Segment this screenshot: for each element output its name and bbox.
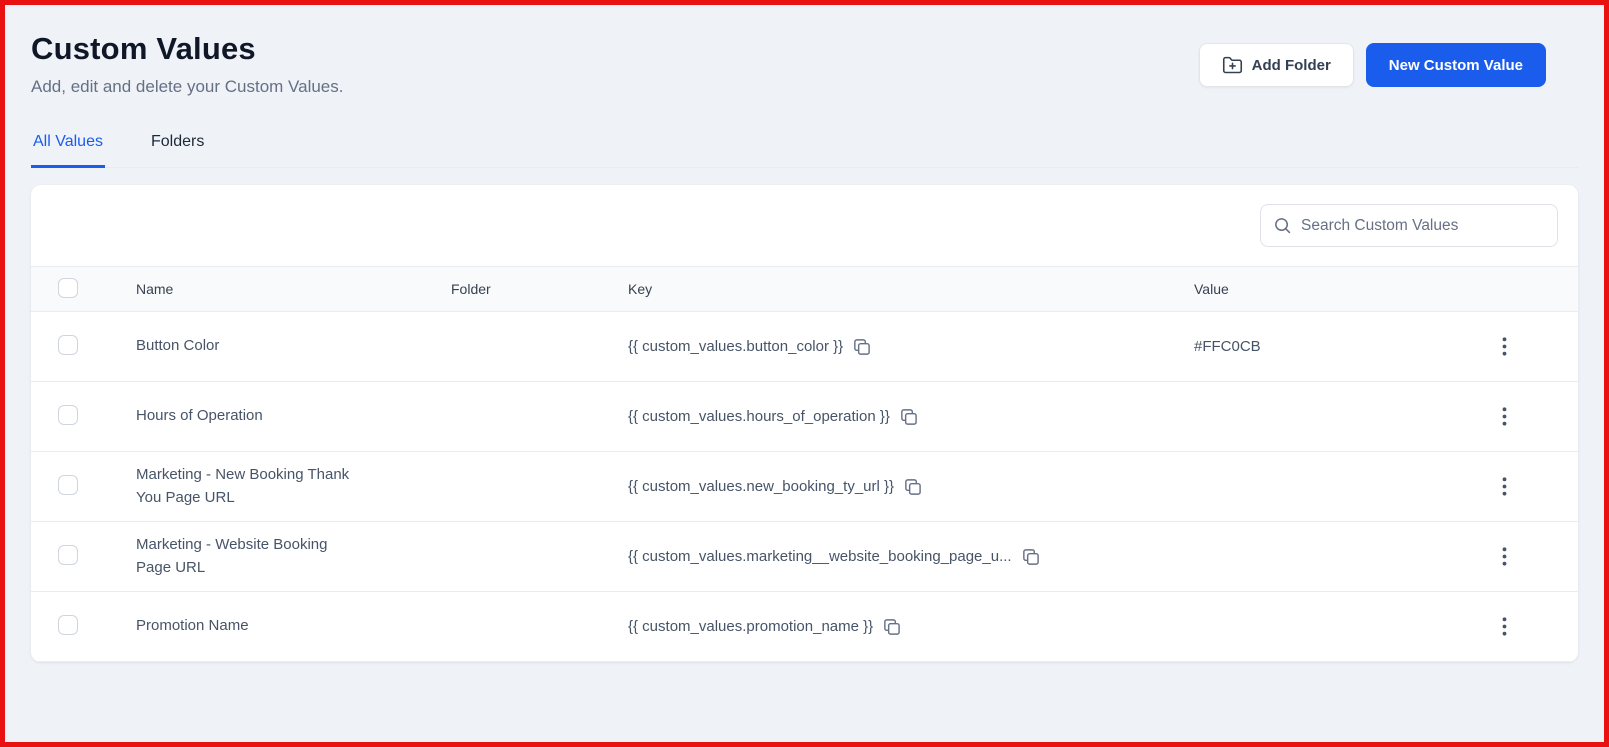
copy-key-icon[interactable]: [1021, 547, 1040, 566]
custom-value-key-cell: {{ custom_values.new_booking_ty_url }}: [628, 477, 1194, 496]
kebab-menu-icon[interactable]: [1496, 613, 1513, 640]
header-checkbox-cell: [31, 278, 136, 301]
row-checkbox[interactable]: [58, 615, 78, 635]
kebab-menu-icon[interactable]: [1496, 473, 1513, 500]
custom-value-name-cell: Marketing - Website Booking Page URL: [136, 534, 451, 579]
custom-value-value: #FFC0CB: [1194, 338, 1431, 355]
header-actions: Add Folder New Custom Value: [1199, 43, 1546, 87]
custom-value-name: Marketing - Website Booking Page URL: [136, 534, 351, 579]
custom-value-name-cell: Button Color: [136, 335, 451, 358]
custom-value-key-cell: {{ custom_values.marketing__website_book…: [628, 547, 1194, 566]
custom-value-key-cell: {{ custom_values.button_color }}: [628, 337, 1194, 356]
add-folder-button[interactable]: Add Folder: [1199, 43, 1354, 87]
custom-value-key: {{ custom_values.new_booking_ty_url }}: [628, 478, 894, 495]
table-body: Button Color {{ custom_values.button_colo…: [31, 312, 1578, 662]
search-icon: [1273, 216, 1292, 240]
custom-values-card: Name Folder Key Value Button Color {{ cus…: [31, 185, 1578, 662]
folder-plus-icon: [1222, 55, 1243, 76]
row-checkbox-cell: [31, 405, 136, 429]
row-checkbox-cell: [31, 615, 136, 639]
row-checkbox[interactable]: [58, 545, 78, 565]
custom-values-page: Custom Values Add, edit and delete your …: [5, 5, 1604, 662]
tab-bar: All Values Folders: [31, 133, 1578, 168]
new-custom-value-button[interactable]: New Custom Value: [1366, 43, 1546, 87]
page-subtitle: Add, edit and delete your Custom Values.: [31, 77, 343, 97]
row-actions-cell: [1431, 403, 1578, 430]
custom-value-key: {{ custom_values.hours_of_operation }}: [628, 408, 890, 425]
column-header-name: Name: [136, 281, 451, 297]
custom-value-key-cell: {{ custom_values.hours_of_operation }}: [628, 407, 1194, 426]
new-custom-value-label: New Custom Value: [1389, 57, 1523, 74]
page-title-block: Custom Values Add, edit and delete your …: [31, 31, 343, 97]
card-toolbar: [31, 185, 1578, 266]
copy-key-icon[interactable]: [882, 617, 901, 636]
table-row: Promotion Name {{ custom_values.promotion…: [31, 592, 1578, 662]
custom-value-key-cell: {{ custom_values.promotion_name }}: [628, 617, 1194, 636]
table-row: Button Color {{ custom_values.button_colo…: [31, 312, 1578, 382]
tab-folders[interactable]: Folders: [149, 133, 206, 168]
row-checkbox-cell: [31, 545, 136, 569]
row-actions-cell: [1431, 543, 1578, 570]
row-checkbox[interactable]: [58, 475, 78, 495]
search-box: [1260, 204, 1558, 247]
custom-value-key: {{ custom_values.button_color }}: [628, 338, 843, 355]
row-checkbox[interactable]: [58, 335, 78, 355]
select-all-checkbox[interactable]: [58, 278, 78, 298]
table-row: Hours of Operation {{ custom_values.hours…: [31, 382, 1578, 452]
row-actions-cell: [1431, 333, 1578, 360]
custom-value-key: {{ custom_values.promotion_name }}: [628, 618, 873, 635]
column-header-value: Value: [1194, 281, 1431, 297]
copy-key-icon[interactable]: [903, 477, 922, 496]
row-checkbox-cell: [31, 335, 136, 359]
custom-value-name-cell: Marketing - New Booking Thank You Page U…: [136, 464, 451, 509]
tab-all-values[interactable]: All Values: [31, 133, 105, 168]
custom-value-name: Button Color: [136, 335, 351, 358]
custom-value-name: Hours of Operation: [136, 405, 351, 428]
custom-value-name: Marketing - New Booking Thank You Page U…: [136, 464, 351, 509]
kebab-menu-icon[interactable]: [1496, 543, 1513, 570]
row-checkbox-cell: [31, 475, 136, 499]
page-title: Custom Values: [31, 31, 343, 67]
table-header-row: Name Folder Key Value: [31, 266, 1578, 312]
custom-value-name-cell: Hours of Operation: [136, 405, 451, 428]
kebab-menu-icon[interactable]: [1496, 403, 1513, 430]
table-row: Marketing - Website Booking Page URL {{ c…: [31, 522, 1578, 592]
row-actions-cell: [1431, 613, 1578, 640]
copy-key-icon[interactable]: [852, 337, 871, 356]
kebab-menu-icon[interactable]: [1496, 333, 1513, 360]
column-header-folder: Folder: [451, 281, 628, 297]
table-row: Marketing - New Booking Thank You Page U…: [31, 452, 1578, 522]
row-checkbox[interactable]: [58, 405, 78, 425]
search-input[interactable]: [1260, 204, 1558, 247]
column-header-key: Key: [628, 281, 1194, 297]
copy-key-icon[interactable]: [899, 407, 918, 426]
page-header: Custom Values Add, edit and delete your …: [31, 31, 1578, 97]
row-actions-cell: [1431, 473, 1578, 500]
custom-value-key: {{ custom_values.marketing__website_book…: [628, 548, 1012, 565]
custom-value-name-cell: Promotion Name: [136, 615, 451, 638]
custom-value-name: Promotion Name: [136, 615, 351, 638]
add-folder-label: Add Folder: [1252, 57, 1331, 74]
